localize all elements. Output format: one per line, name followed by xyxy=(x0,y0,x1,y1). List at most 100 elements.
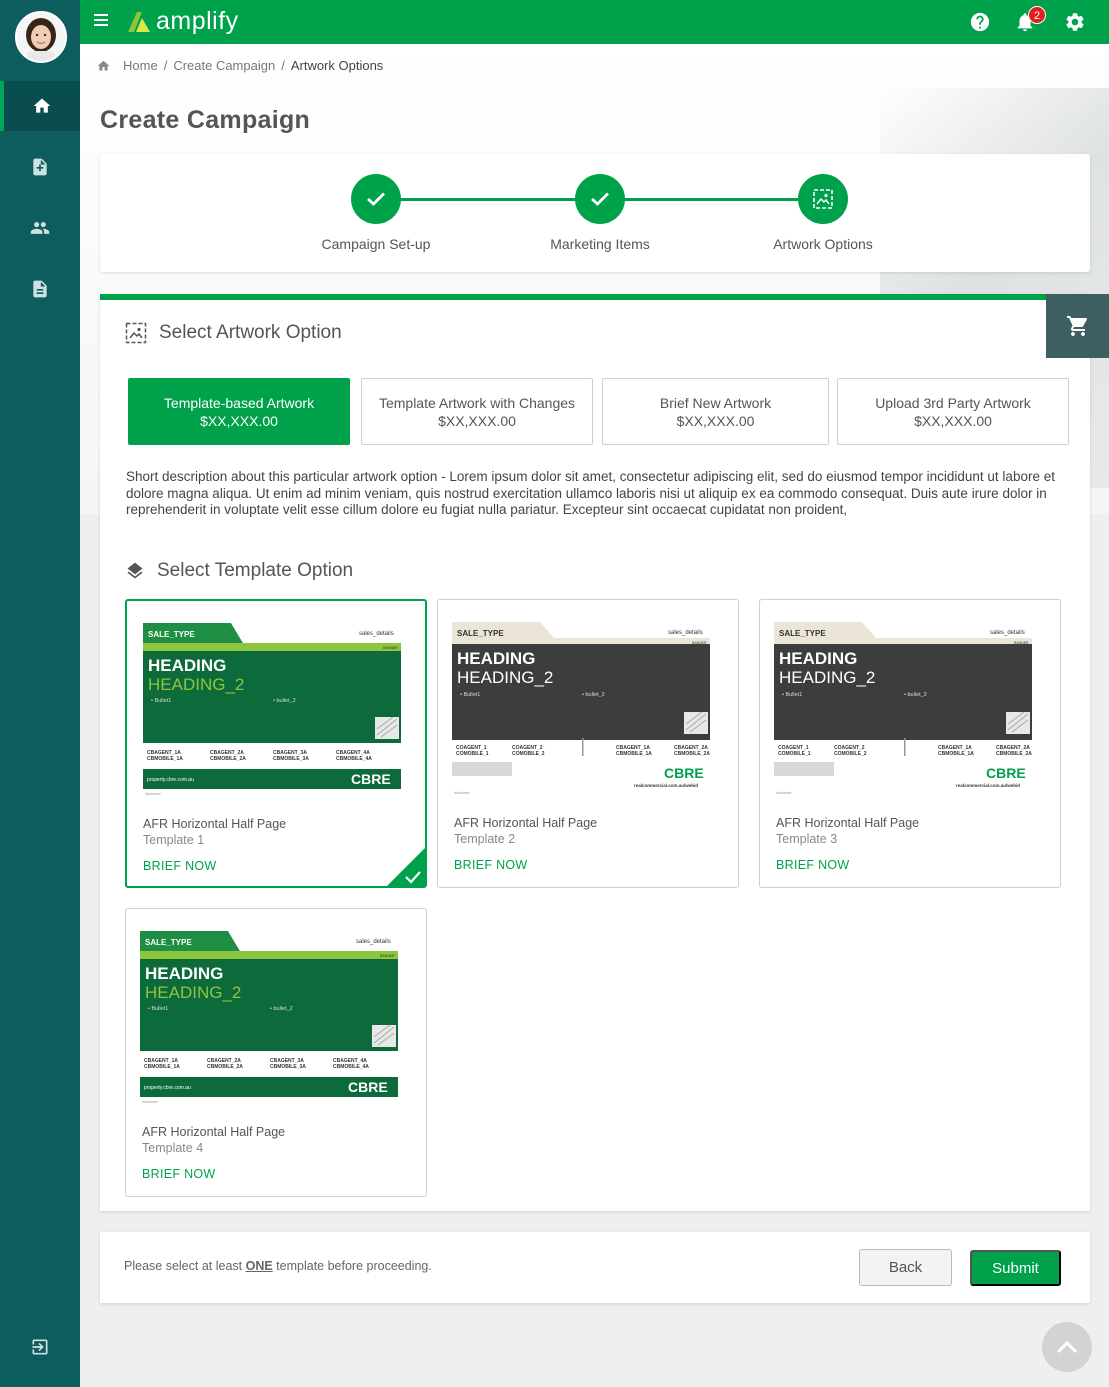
brief-now-link[interactable]: BRIEF NOW xyxy=(142,1167,216,1181)
check-icon xyxy=(591,192,609,206)
preview-bullet-2: • bullet_2 xyxy=(270,1006,293,1012)
add-document-icon xyxy=(33,158,47,176)
brief-now-link[interactable]: BRIEF NOW xyxy=(776,858,850,872)
preview-sale-type: SALE_TYPE xyxy=(145,938,192,947)
template-number: Template 4 xyxy=(142,1141,204,1155)
help-icon[interactable] xyxy=(969,11,991,33)
preview-brand: CBRE xyxy=(351,771,391,787)
template-card-3[interactable]: SALE_TYPE sales_details BANNER HEADING H… xyxy=(759,599,1061,888)
breadcrumb: Home / Create Campaign / Artwork Options xyxy=(96,58,383,73)
selection-hint: Please select at least ONE template befo… xyxy=(124,1259,432,1273)
preview-bullet-2: • bullet_2 xyxy=(582,692,605,698)
breadcrumb-current: Artwork Options xyxy=(290,58,384,73)
preview-heading: HEADING xyxy=(457,649,535,668)
artwork-option-template-based[interactable]: Template-based Artwork $XX,XXX.00 xyxy=(128,378,350,445)
preview-url: realcommercial.com.au/webid xyxy=(634,783,698,788)
option-price: $XX,XXX.00 xyxy=(676,412,755,429)
preview-heading-2: HEADING_2 xyxy=(457,668,553,687)
preview-brand: CBRE xyxy=(664,765,704,781)
artwork-section-title: Select Artwork Option xyxy=(159,322,342,343)
back-button[interactable]: Back xyxy=(859,1249,952,1286)
breadcrumb-home[interactable]: Home xyxy=(123,58,158,73)
cart-icon xyxy=(1066,316,1087,336)
option-label: Upload 3rd Party Artwork xyxy=(875,394,1031,411)
people-icon xyxy=(30,222,50,234)
option-label: Template-based Artwork xyxy=(163,394,315,411)
step-connector xyxy=(400,198,576,201)
template-section-heading: Select Template Option xyxy=(125,560,353,582)
preview-mobile-4: CBMOBILE_2A xyxy=(674,751,710,757)
preview-mobile-4: CBMOBILE_4A xyxy=(336,756,372,762)
breadcrumb-create-campaign[interactable]: Create Campaign xyxy=(173,58,275,73)
sidebar-item-home[interactable] xyxy=(0,81,80,131)
logo-mark-icon xyxy=(128,11,150,32)
preview-url: property.cbre.com.au xyxy=(144,1085,191,1091)
preview-disclaimer: disclaimer xyxy=(145,792,162,796)
preview-heading-2: HEADING_2 xyxy=(148,675,244,694)
submit-button[interactable]: Submit xyxy=(970,1250,1061,1286)
preview-disclaimer: disclaimer xyxy=(776,791,793,795)
template-preview: SALE_TYPE sales_details BANNER HEADING H… xyxy=(143,619,403,799)
step-2-circle[interactable] xyxy=(575,174,625,224)
artwork-option-brief-new[interactable]: Brief New Artwork $XX,XXX.00 xyxy=(602,378,829,445)
notification-badge: 2 xyxy=(1028,6,1046,24)
template-name: AFR Horizontal Half Page xyxy=(142,1125,286,1139)
gear-icon[interactable] xyxy=(1064,11,1086,33)
preview-mobile-2: CBMOBILE_2A xyxy=(207,1064,243,1070)
preview-sale-type: SALE_TYPE xyxy=(457,629,504,638)
artwork-option-upload-3rd-party[interactable]: Upload 3rd Party Artwork $XX,XXX.00 xyxy=(837,378,1069,445)
layers-icon xyxy=(127,562,143,579)
sidebar xyxy=(0,0,80,1387)
template-card-2[interactable]: SALE_TYPE sales_details BANNER HEADING H… xyxy=(437,599,739,888)
selected-check-icon xyxy=(387,848,425,886)
preview-mobile-2: CBMOBILE_2A xyxy=(210,756,246,762)
artwork-option-with-changes[interactable]: Template Artwork with Changes $XX,XXX.00 xyxy=(361,378,593,445)
preview-bullet-1: • Bullet1 xyxy=(460,692,480,698)
preview-bullet-1: • Bullet1 xyxy=(148,1006,168,1012)
preview-heading-2: HEADING_2 xyxy=(779,668,875,687)
preview-brand: CBRE xyxy=(348,1079,388,1095)
cart-button[interactable] xyxy=(1046,294,1109,358)
step-1-label: Campaign Set-up xyxy=(321,236,431,252)
template-preview: SALE_TYPE sales_details BANNER HEADING H… xyxy=(140,927,400,1107)
sidebar-item-new-campaign[interactable] xyxy=(0,142,80,192)
sidebar-item-users[interactable] xyxy=(0,203,80,253)
template-card-1[interactable]: SALE_TYPE sales_details BANNER HEADING H… xyxy=(125,599,427,888)
template-name: AFR Horizontal Half Page xyxy=(776,816,920,830)
preview-mobile-3: CBMOBILE_1A xyxy=(616,751,652,757)
sidebar-item-logout[interactable] xyxy=(0,1322,80,1372)
scroll-to-top-button[interactable] xyxy=(1042,1322,1092,1372)
template-card-4[interactable]: SALE_TYPE sales_details BANNER HEADING H… xyxy=(125,908,427,1197)
preview-sales-details: sales_details xyxy=(359,631,394,637)
step-3-label: Artwork Options xyxy=(773,236,873,252)
preview-heading-2: HEADING_2 xyxy=(145,983,241,1002)
option-label: Brief New Artwork xyxy=(659,394,772,411)
logo-text: amplify xyxy=(156,7,239,35)
option-price: $XX,XXX.00 xyxy=(438,412,516,429)
logout-icon xyxy=(32,1339,48,1355)
preview-bullet-1: • Bullet1 xyxy=(151,698,171,704)
preview-bullet-2: • bullet_2 xyxy=(273,698,296,704)
preview-banner: BANNER xyxy=(1014,641,1029,645)
avatar[interactable] xyxy=(15,11,67,63)
preview-bullet-2: • bullet_2 xyxy=(904,692,927,698)
document-icon xyxy=(33,280,47,298)
step-1-circle[interactable] xyxy=(351,174,401,224)
brief-now-link[interactable]: BRIEF NOW xyxy=(143,859,217,873)
step-3-circle[interactable] xyxy=(798,174,848,224)
brief-now-link[interactable]: BRIEF NOW xyxy=(454,858,528,872)
template-number: Template 1 xyxy=(143,833,205,847)
preview-sale-type: SALE_TYPE xyxy=(779,629,826,638)
chevron-up-icon xyxy=(1056,1340,1078,1354)
sidebar-item-documents[interactable] xyxy=(0,264,80,314)
preview-mobile-1: CBMOBILE_1A xyxy=(144,1064,180,1070)
menu-icon[interactable] xyxy=(94,14,108,26)
preview-bullet-1: • Bullet1 xyxy=(782,692,802,698)
preview-mobile-4: CBMOBILE_2A xyxy=(996,751,1032,757)
preview-sales-details: sales_details xyxy=(356,939,391,945)
home-icon[interactable] xyxy=(96,59,111,73)
option-price: $XX,XXX.00 xyxy=(914,412,992,429)
stepper: Campaign Set-up Marketing Items Artwork … xyxy=(100,154,1090,272)
image-icon xyxy=(813,189,833,209)
preview-mobile-1: CBMOBILE_1A xyxy=(147,756,183,762)
